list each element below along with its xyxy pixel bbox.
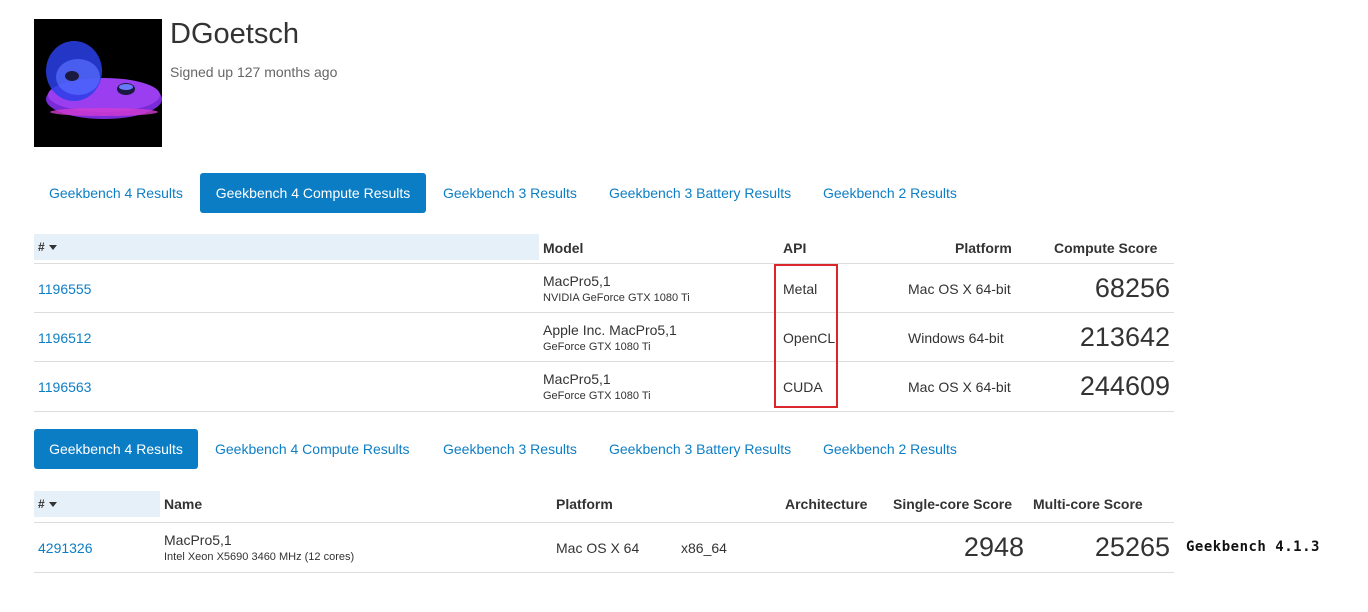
multi-core-score: 25265	[1094, 532, 1170, 562]
column-header-single-core: Single-core Score	[893, 496, 1013, 512]
model-name: Apple Inc. MacPro5,1	[543, 322, 677, 338]
system-name: MacPro5,1	[164, 532, 232, 548]
gpu-name: GeForce GTX 1080 Ti	[543, 341, 651, 353]
architecture-value: x86_64	[681, 540, 727, 556]
table-row: 4291326 MacPro5,1 Intel Xeon X5690 3460 …	[34, 522, 1174, 573]
results-tabs-top: Geekbench 4 Results Geekbench 4 Compute …	[34, 173, 974, 213]
gpu-name: GeForce GTX 1080 Ti	[543, 390, 651, 402]
result-id-link[interactable]: 4291326	[38, 540, 93, 556]
tab-geekbench4-compute-results[interactable]: Geekbench 4 Compute Results	[200, 173, 426, 213]
cpu-name: Intel Xeon X5690 3460 MHz (12 cores)	[164, 551, 355, 563]
tab-geekbench3-results[interactable]: Geekbench 3 Results	[443, 429, 577, 469]
column-header-name: Name	[164, 496, 203, 512]
sort-caret-icon	[48, 502, 57, 508]
tab-geekbench3-battery-results[interactable]: Geekbench 3 Battery Results	[609, 173, 791, 213]
column-header-architecture: Architecture	[785, 496, 868, 512]
column-header-model: Model	[543, 240, 584, 256]
platform-value: Mac OS X 64-bit	[908, 379, 1011, 395]
tab-geekbench4-results[interactable]: Geekbench 4 Results	[49, 173, 183, 213]
compute-score: 244609	[1079, 371, 1170, 401]
api-highlight-box	[774, 264, 838, 408]
model-name: MacPro5,1	[543, 371, 611, 387]
sort-id-header[interactable]: #	[34, 234, 539, 260]
column-header-compute-score: Compute Score	[1054, 240, 1158, 256]
result-id-link[interactable]: 1196563	[38, 379, 91, 395]
tab-geekbench4-results[interactable]: Geekbench 4 Results	[34, 429, 198, 469]
profile-signup-date: Signed up 127 months ago	[170, 64, 338, 80]
gpu-name: NVIDIA GeForce GTX 1080 Ti	[543, 292, 690, 304]
column-header-api: API	[783, 240, 807, 256]
compute-score: 68256	[1094, 273, 1170, 303]
platform-value: Mac OS X 64-bit	[908, 281, 1011, 297]
profile-username: DGoetsch	[170, 18, 299, 50]
id-column-label: #	[38, 497, 45, 511]
table-row: 1196563 MacPro5,1 GeForce GTX 1080 Ti CU…	[34, 361, 1174, 412]
tab-geekbench3-results[interactable]: Geekbench 3 Results	[443, 173, 577, 213]
result-id-link[interactable]: 1196555	[38, 281, 91, 297]
tab-geekbench3-battery-results[interactable]: Geekbench 3 Battery Results	[609, 429, 791, 469]
column-header-multi-core: Multi-core Score	[1033, 496, 1143, 512]
platform-value: Windows 64-bit	[908, 330, 1004, 346]
platform-value: Mac OS X 64	[556, 540, 640, 556]
tab-geekbench2-results[interactable]: Geekbench 2 Results	[823, 173, 957, 213]
results-tabs-bottom: Geekbench 4 Results Geekbench 4 Compute …	[34, 429, 974, 469]
model-name: MacPro5,1	[543, 273, 611, 289]
single-core-score: 2948	[963, 532, 1024, 562]
compute-score: 213642	[1079, 322, 1170, 352]
table-row: 1196555 MacPro5,1 NVIDIA GeForce GTX 108…	[34, 263, 1174, 313]
tab-geekbench2-results[interactable]: Geekbench 2 Results	[823, 429, 957, 469]
table-row: 1196512 Apple Inc. MacPro5,1 GeForce GTX…	[34, 312, 1174, 362]
column-header-platform: Platform	[955, 240, 1012, 256]
id-column-label: #	[38, 240, 45, 254]
tab-geekbench4-compute-results[interactable]: Geekbench 4 Compute Results	[215, 429, 410, 469]
geekbench-version-label: Geekbench 4.1.3	[1186, 539, 1320, 555]
column-header-platform: Platform	[556, 496, 613, 512]
sort-caret-icon	[48, 245, 57, 251]
avatar	[34, 19, 162, 147]
result-id-link[interactable]: 1196512	[38, 330, 91, 346]
sort-id-header[interactable]: #	[34, 491, 160, 517]
